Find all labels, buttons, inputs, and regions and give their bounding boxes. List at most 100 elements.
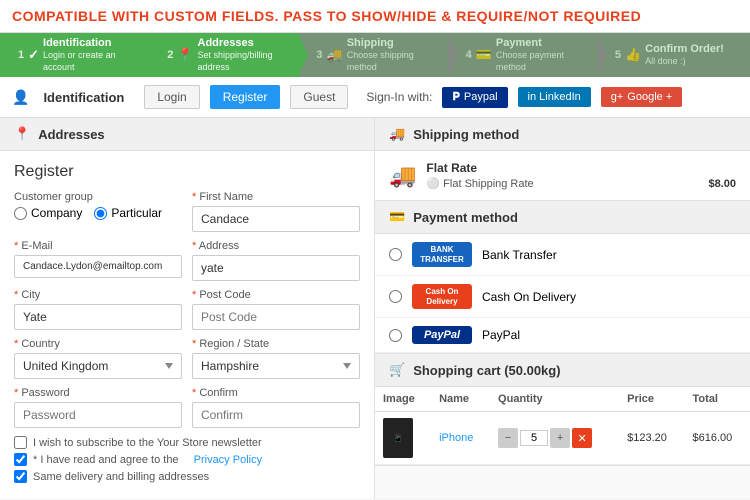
step-1-content: Identification Login or create an accoun… — [43, 37, 139, 73]
cash-badge: Cash On Delivery — [412, 284, 472, 309]
paypal-signin-button[interactable]: 𝐏 Paypal — [442, 87, 507, 108]
main-content: 📍 Addresses Register Customer group Comp… — [0, 118, 750, 499]
email-label: E-Mail — [14, 240, 182, 252]
email-input[interactable] — [14, 255, 182, 278]
particular-radio[interactable] — [94, 207, 107, 220]
qty-plus-button[interactable]: + — [550, 428, 570, 448]
quantity-control: − + ✕ — [498, 428, 611, 448]
product-link[interactable]: iPhone — [439, 432, 473, 444]
addresses-header: 📍 Addresses — [0, 118, 374, 151]
postcode-group: Post Code — [192, 289, 360, 330]
tab-login[interactable]: Login — [144, 85, 199, 109]
postcode-input[interactable] — [192, 304, 360, 330]
country-group: Country United Kingdom — [14, 338, 182, 379]
city-postcode-row: City Post Code — [14, 289, 360, 330]
city-input[interactable] — [14, 304, 182, 330]
cart-header-row: Image Name Quantity Price Total — [375, 387, 750, 412]
step-3-number: 3 — [316, 49, 322, 61]
banner: COMPATIBLE WITH CUSTOM FIELDS. PASS TO S… — [0, 0, 750, 33]
qty-remove-button[interactable]: ✕ — [572, 428, 592, 448]
particular-radio-label[interactable]: Particular — [94, 206, 162, 220]
step-5-sub: All done :) — [645, 56, 686, 66]
password-row: Password Confirm — [14, 387, 360, 428]
first-name-label: First Name — [192, 191, 360, 203]
region-label: Region / State — [192, 338, 360, 350]
cash-label: Cash On Delivery — [482, 290, 576, 304]
country-label: Country — [14, 338, 182, 350]
privacy-link[interactable]: Privacy Policy — [194, 454, 262, 466]
customer-group-label: Customer group — [14, 191, 182, 203]
address-label: Address — [192, 240, 360, 252]
customer-group-row: Customer group Company Particular First — [14, 191, 360, 232]
region-select[interactable]: Hampshire — [192, 353, 360, 379]
cash-radio[interactable] — [389, 290, 402, 303]
company-radio-label[interactable]: Company — [14, 206, 82, 220]
paypal-radio[interactable] — [389, 329, 402, 342]
password-input[interactable] — [14, 402, 182, 428]
shopping-cart-section: 🛒 Shopping cart (50.00kg) Image Name Qua… — [375, 354, 750, 466]
step-shipping[interactable]: 3 🚚 Shipping Choose shipping method — [298, 33, 447, 77]
step-identification[interactable]: 1 ✓ Identification Login or create an ac… — [0, 33, 149, 77]
bank-radio[interactable] — [389, 248, 402, 261]
truck-header-icon: 🚚 — [389, 126, 405, 142]
table-row: 📱 iPhone − + ✕ — [375, 412, 750, 465]
paypal-badge: PayPal — [412, 326, 472, 344]
company-radio[interactable] — [14, 207, 27, 220]
banner-text: COMPATIBLE WITH CUSTOM FIELDS. PASS TO S… — [12, 8, 738, 24]
payment-method-label: Payment method — [413, 210, 518, 225]
step-addresses[interactable]: 2 📍 Addresses Set shipping/billing addre… — [149, 33, 298, 77]
step-5-icon: 👍 — [625, 47, 641, 63]
cash-delivery-option[interactable]: Cash On Delivery Cash On Delivery — [375, 276, 750, 318]
progress-bar: 1 ✓ Identification Login or create an ac… — [0, 33, 750, 77]
user-icon: 👤 — [12, 89, 29, 106]
address-input[interactable] — [192, 255, 360, 281]
newsletter-checkbox[interactable] — [14, 436, 27, 449]
quantity-cell: − + ✕ — [490, 412, 619, 465]
step-2-number: 2 — [167, 49, 173, 61]
identification-label: Identification — [43, 90, 124, 105]
product-total: $616.00 — [685, 412, 750, 465]
product-img-placeholder: 📱 — [393, 434, 403, 443]
step-3-title: Shipping — [347, 37, 438, 49]
cart-header: 🛒 Shopping cart (50.00kg) — [375, 354, 750, 387]
privacy-checkbox[interactable] — [14, 453, 27, 466]
same-address-text: Same delivery and billing addresses — [33, 471, 209, 483]
same-address-checkbox[interactable] — [14, 470, 27, 483]
google-signin-button[interactable]: g+ Google + — [601, 87, 683, 107]
region-group: Region / State Hampshire — [192, 338, 360, 379]
product-name-cell: iPhone — [431, 412, 490, 465]
shipping-method-header: 🚚 Shipping method — [375, 118, 750, 151]
first-name-input[interactable] — [192, 206, 360, 232]
tab-guest[interactable]: Guest — [290, 85, 348, 109]
particular-radio-text: Particular — [111, 206, 162, 220]
bank-transfer-option[interactable]: BANK TRANSFER Bank Transfer — [375, 234, 750, 276]
step-5-content: Confirm Order! All done :) — [645, 43, 724, 67]
confirm-input[interactable] — [192, 402, 360, 428]
privacy-text: * I have read and agree to the — [33, 454, 179, 466]
payment-method-section: 💳 Payment method BANK TRANSFER Bank Tran… — [375, 201, 750, 354]
google-plus-icon: g+ — [611, 91, 624, 103]
linkedin-signin-button[interactable]: in LinkedIn — [518, 87, 591, 107]
country-region-row: Country United Kingdom Region / State Ha… — [14, 338, 360, 379]
paypal-option[interactable]: PayPal PayPal — [375, 318, 750, 353]
confirm-group: Confirm — [192, 387, 360, 428]
newsletter-text: I wish to subscribe to the Your Store ne… — [33, 437, 262, 449]
form-title: Register — [14, 163, 360, 181]
step-confirm[interactable]: 5 👍 Confirm Order! All done :) — [597, 33, 750, 77]
privacy-row: * I have read and agree to the Privacy P… — [14, 453, 360, 466]
step-payment[interactable]: 4 💳 Payment Choose payment method — [448, 33, 597, 77]
address-group: Address — [192, 240, 360, 281]
quantity-input[interactable] — [520, 430, 548, 446]
step-2-icon: 📍 — [177, 47, 193, 63]
first-name-group: First Name — [192, 191, 360, 232]
payment-method-header: 💳 Payment method — [375, 201, 750, 234]
identification-bar: 👤 Identification Login Register Guest Si… — [0, 77, 750, 118]
cart-label: Shopping cart (50.00kg) — [413, 363, 560, 378]
qty-minus-button[interactable]: − — [498, 428, 518, 448]
confirm-label: Confirm — [192, 387, 360, 399]
right-panel: 🚚 Shipping method 🚚 Flat Rate ⚪ Flat Shi… — [375, 118, 750, 499]
tab-register[interactable]: Register — [210, 85, 281, 109]
step-3-sub: Choose shipping method — [347, 50, 414, 72]
city-label: City — [14, 289, 182, 301]
country-select[interactable]: United Kingdom — [14, 353, 182, 379]
